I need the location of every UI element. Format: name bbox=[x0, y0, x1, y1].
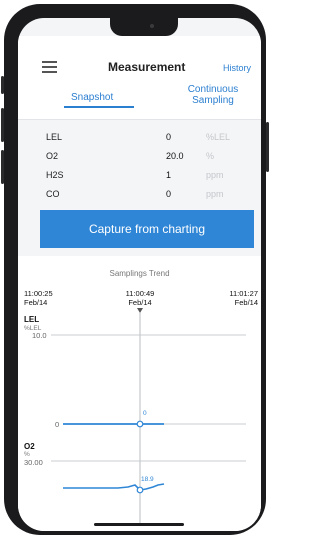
gas-value: 1 bbox=[166, 170, 172, 180]
o2-top-tick: 30.00 bbox=[24, 458, 43, 467]
lel-cursor-value: 0 bbox=[143, 410, 147, 417]
home-indicator[interactable] bbox=[94, 523, 184, 526]
reading-row-co: CO 0 ppm bbox=[18, 185, 261, 203]
gas-unit: %LEL bbox=[206, 132, 231, 142]
reading-row-lel: LEL 0 %LEL bbox=[18, 128, 261, 146]
gas-name: O2 bbox=[46, 151, 59, 161]
gas-value: 20.0 bbox=[166, 151, 184, 161]
camera-icon bbox=[150, 24, 154, 28]
page-title: Measurement bbox=[108, 60, 186, 74]
trend-panel: Samplings Trend 11:00:25 Feb/14 11:00:49… bbox=[18, 256, 261, 531]
lel-bottom-tick: 0 bbox=[55, 420, 59, 429]
capture-from-charting-button[interactable]: Capture from charting bbox=[40, 210, 254, 248]
menu-icon[interactable] bbox=[42, 61, 57, 73]
reading-row-o2: O2 20.0 % bbox=[18, 147, 261, 165]
mute-switch bbox=[1, 76, 4, 94]
o2-unit: % bbox=[24, 451, 30, 458]
app-header: Measurement History Snapshot Continuous … bbox=[18, 36, 261, 120]
reading-row-h2s: H2S 1 ppm bbox=[18, 166, 261, 184]
active-tab-indicator bbox=[64, 106, 134, 108]
gas-name: LEL bbox=[46, 132, 63, 142]
lel-series-name: LEL bbox=[24, 315, 39, 324]
o2-cursor-point bbox=[136, 486, 144, 494]
phone-frame: Measurement History Snapshot Continuous … bbox=[1, 4, 269, 535]
trend-chart[interactable]: LEL %LEL 10.0 0 0 O2 % 30.00 18.9 bbox=[18, 256, 261, 531]
tab-snapshot[interactable]: Snapshot bbox=[71, 92, 113, 103]
volume-down-button bbox=[1, 150, 4, 184]
power-button bbox=[266, 122, 269, 172]
gas-name: H2S bbox=[46, 170, 64, 180]
o2-cursor-value: 18.9 bbox=[141, 476, 154, 483]
gas-value: 0 bbox=[166, 189, 172, 199]
divider bbox=[18, 119, 261, 120]
gas-unit: ppm bbox=[206, 189, 224, 199]
lel-cursor-point bbox=[136, 420, 144, 428]
lel-top-tick: 10.0 bbox=[32, 331, 47, 340]
o2-series-name: O2 bbox=[24, 442, 35, 451]
gas-name: CO bbox=[46, 189, 60, 199]
cursor-marker-icon[interactable] bbox=[137, 308, 143, 313]
tab-continuous-sampling[interactable]: Continuous Sampling bbox=[173, 84, 253, 106]
gas-unit: ppm bbox=[206, 170, 224, 180]
volume-up-button bbox=[1, 108, 4, 142]
o2-series-line bbox=[63, 483, 165, 491]
gas-unit: % bbox=[206, 151, 215, 161]
gas-value: 0 bbox=[166, 132, 172, 142]
notch bbox=[110, 18, 178, 36]
screen: Measurement History Snapshot Continuous … bbox=[18, 18, 261, 531]
history-link[interactable]: History bbox=[223, 63, 251, 73]
